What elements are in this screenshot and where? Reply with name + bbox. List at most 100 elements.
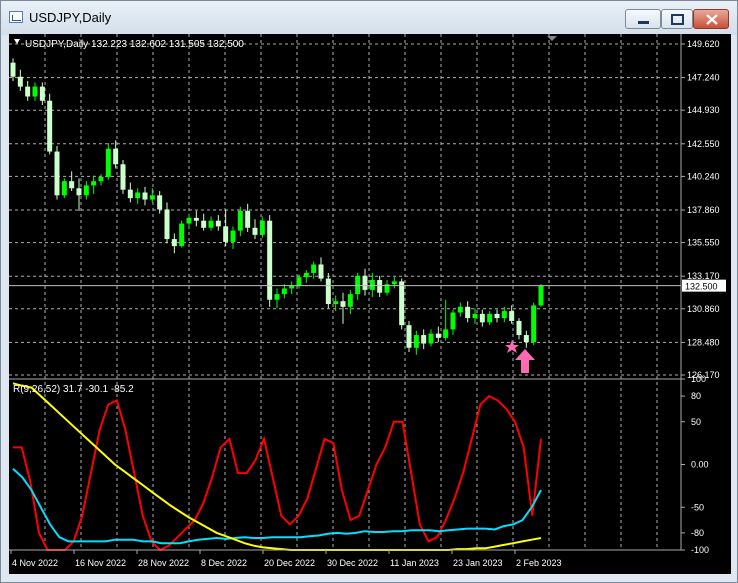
price-label: 147.240 bbox=[687, 73, 720, 83]
candle-body bbox=[149, 195, 155, 200]
candle-body bbox=[259, 220, 265, 235]
candle-body bbox=[98, 176, 104, 182]
candle-body bbox=[215, 220, 221, 227]
candle-body bbox=[113, 148, 119, 165]
date-label: 8 Dec 2022 bbox=[201, 558, 247, 568]
candle-body bbox=[61, 181, 67, 196]
indicator-level-label: -80 bbox=[691, 528, 704, 538]
candle-body bbox=[325, 278, 331, 305]
date-label: 28 Nov 2022 bbox=[138, 558, 189, 568]
price-label: 128.480 bbox=[687, 337, 720, 347]
candle-body bbox=[252, 227, 258, 235]
window-title: USDJPY,Daily bbox=[29, 10, 112, 25]
collapse-triangle-icon[interactable] bbox=[14, 39, 20, 44]
price-label: 142.550 bbox=[687, 139, 720, 149]
candle-body bbox=[531, 305, 537, 343]
candle-body bbox=[281, 288, 287, 295]
date-label: 2 Feb 2023 bbox=[516, 558, 562, 568]
candle-body bbox=[157, 195, 163, 210]
fast-line bbox=[13, 394, 542, 552]
candle-body bbox=[450, 312, 456, 330]
indicator-level-label: -100 bbox=[691, 545, 709, 555]
maximize-button[interactable] bbox=[661, 9, 693, 29]
candle-body bbox=[465, 306, 471, 319]
candle-body bbox=[472, 313, 478, 319]
candle-body bbox=[245, 210, 251, 228]
candle-body bbox=[479, 313, 485, 323]
candle-body bbox=[186, 217, 192, 224]
date-label: 23 Jan 2023 bbox=[453, 558, 503, 568]
current-price-label: 132.500 bbox=[685, 282, 718, 292]
candle-body bbox=[355, 275, 361, 295]
chart-area[interactable]: 149.620 147.240 144.930 142.550 140.240 137.8… bbox=[9, 34, 731, 574]
candle-body bbox=[340, 301, 346, 307]
chart-window-icon bbox=[9, 11, 23, 23]
candle-body bbox=[76, 188, 82, 196]
up-arrow-marker-icon bbox=[515, 349, 535, 373]
indicator-level-label: 80 bbox=[691, 391, 701, 401]
date-label: 30 Dec 2022 bbox=[327, 558, 378, 568]
candle-body bbox=[201, 220, 207, 228]
candle-body bbox=[487, 313, 493, 323]
candle-body bbox=[120, 164, 126, 190]
candle-body bbox=[523, 335, 529, 343]
candle-body bbox=[10, 62, 16, 77]
candle-body bbox=[164, 209, 170, 240]
close-icon bbox=[706, 14, 718, 25]
candle-body bbox=[413, 335, 419, 348]
candle-body bbox=[391, 281, 397, 285]
candle-body bbox=[311, 264, 317, 273]
indicator-panel-header: R(9,26,52) 31.7 -30.1 -85.2 bbox=[13, 384, 134, 395]
candle-body bbox=[135, 192, 141, 199]
title-bar[interactable]: USDJPY,Daily bbox=[1, 1, 737, 35]
minimize-icon bbox=[638, 21, 649, 24]
date-label: 16 Nov 2022 bbox=[75, 558, 126, 568]
candle-body bbox=[428, 333, 434, 344]
candle-body bbox=[267, 220, 273, 300]
candle-body bbox=[421, 335, 427, 344]
candle-body bbox=[171, 239, 177, 247]
candle-body bbox=[223, 226, 229, 242]
candle-body bbox=[237, 210, 243, 231]
candle-body bbox=[369, 280, 375, 290]
candle-body bbox=[509, 311, 515, 321]
candle-body bbox=[54, 151, 60, 196]
candle-body bbox=[494, 313, 500, 319]
price-label: 135.550 bbox=[687, 238, 720, 248]
price-label: 144.930 bbox=[687, 105, 720, 115]
candle-body bbox=[318, 264, 324, 279]
candle-body bbox=[362, 275, 368, 290]
candle-body bbox=[443, 329, 449, 338]
indicator-level-label: 50 bbox=[691, 417, 701, 427]
candle-body bbox=[39, 86, 45, 101]
close-button[interactable] bbox=[693, 9, 729, 29]
candle-body bbox=[303, 272, 309, 278]
minimize-button[interactable] bbox=[625, 9, 661, 29]
indicator-level-label: 100 bbox=[691, 374, 706, 384]
chart-canvas[interactable]: 149.620 147.240 144.930 142.550 140.240 137.8… bbox=[9, 34, 731, 574]
candle-body bbox=[105, 148, 111, 177]
candle-body bbox=[193, 217, 199, 221]
candle-body bbox=[17, 76, 23, 87]
chart-window: USDJPY,Daily 149.620 147.240 144.930 142.55… bbox=[0, 0, 738, 583]
candle-body bbox=[457, 306, 463, 313]
candle-body bbox=[435, 333, 441, 338]
candle-body bbox=[47, 100, 53, 152]
candle-body bbox=[83, 185, 89, 196]
date-label: 11 Jan 2023 bbox=[390, 558, 439, 568]
candle-body bbox=[406, 325, 412, 348]
candle-body bbox=[32, 86, 38, 97]
price-label: 137.860 bbox=[687, 205, 720, 215]
price-label: 130.860 bbox=[687, 304, 720, 314]
candle-body bbox=[25, 86, 31, 97]
main-panel-header: USDJPY,Daily 132.223 132.602 131.505 132… bbox=[25, 39, 244, 50]
candle-body bbox=[230, 230, 236, 242]
indicator-level-label: -50 bbox=[691, 502, 704, 512]
candle-body bbox=[377, 280, 383, 293]
candle-body bbox=[274, 294, 280, 300]
candle-body bbox=[142, 192, 148, 200]
price-label: 149.620 bbox=[687, 39, 720, 49]
maximize-icon bbox=[671, 14, 684, 25]
date-label: 20 Dec 2022 bbox=[264, 558, 315, 568]
candle-body bbox=[208, 220, 214, 228]
